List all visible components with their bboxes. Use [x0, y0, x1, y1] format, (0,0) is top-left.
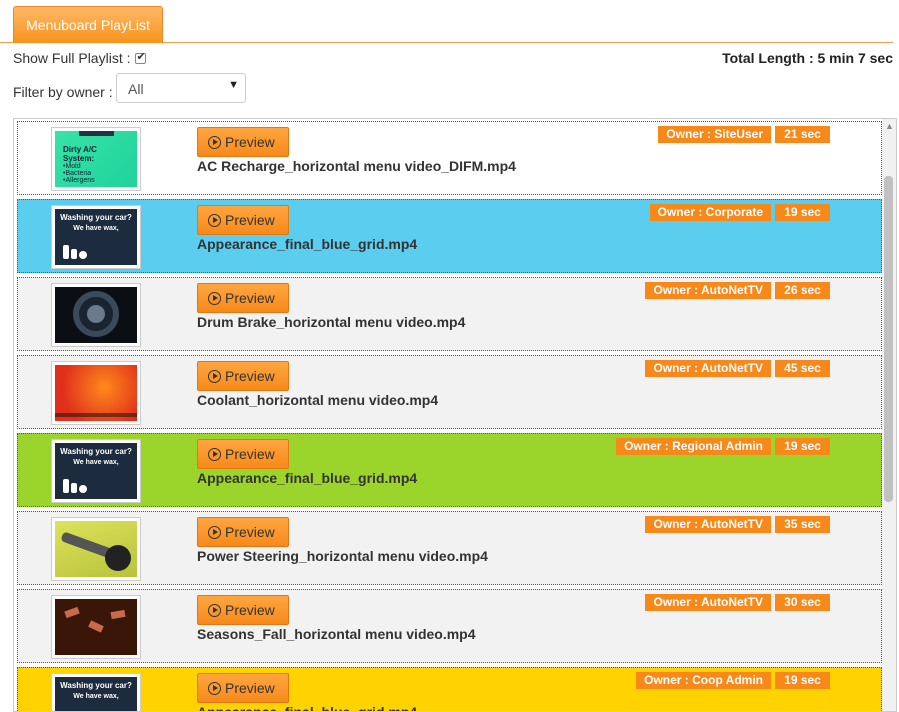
playlist-item: Washing your car? We have wax, Preview Appe…	[17, 433, 882, 507]
file-name: Coolant_horizontal menu video.mp4	[197, 392, 439, 408]
play-icon	[208, 291, 221, 305]
thumb-line: •Allergens	[63, 177, 95, 184]
duration-badge: 19 sec	[775, 672, 830, 689]
preview-button[interactable]: Preview	[197, 517, 289, 547]
badges: Owner : AutoNetTV 30 sec	[645, 594, 830, 611]
preview-label: Preview	[225, 212, 275, 228]
show-full-playlist: Show Full Playlist :	[13, 50, 147, 66]
owner-badge: Owner : AutoNetTV	[645, 360, 771, 377]
play-icon	[208, 135, 221, 149]
badges: Owner : AutoNetTV 35 sec	[645, 516, 830, 533]
preview-button[interactable]: Preview	[197, 673, 289, 703]
scroll-up-icon[interactable]: ▲	[885, 121, 894, 131]
preview-button[interactable]: Preview	[197, 127, 289, 157]
owner-filter-select[interactable]: All ▼	[116, 73, 246, 103]
video-thumbnail[interactable]	[51, 361, 141, 425]
total-length: Total Length : 5 min 7 sec	[722, 50, 893, 66]
duration-badge: 19 sec	[775, 204, 830, 221]
owner-badge: Owner : SiteUser	[658, 126, 771, 143]
thumb-title: Dirty A/C System:	[63, 145, 97, 163]
video-thumbnail[interactable]: Washing your car? We have wax,	[51, 673, 141, 711]
preview-label: Preview	[225, 368, 275, 384]
video-thumbnail[interactable]	[51, 517, 141, 581]
tab-bar: Menuboard PlayList	[0, 0, 893, 43]
owner-badge: Owner : AutoNetTV	[645, 594, 771, 611]
thumb-line: We have wax,	[73, 225, 119, 232]
duration-badge: 45 sec	[775, 360, 830, 377]
file-name: Appearance_final_blue_grid.mp4	[197, 470, 418, 486]
badges: Owner : AutoNetTV 45 sec	[645, 360, 830, 377]
playlist-item: Preview Seasons_Fall_horizontal menu vide…	[17, 589, 882, 663]
thumb-line: We have wax,	[73, 459, 119, 466]
duration-badge: 21 sec	[775, 126, 830, 143]
badges: Owner : Corporate 19 sec	[649, 204, 830, 221]
badges: Owner : AutoNetTV 26 sec	[645, 282, 830, 299]
file-name: Power Steering_horizontal menu video.mp4	[197, 548, 488, 564]
preview-label: Preview	[225, 602, 275, 618]
duration-badge: 35 sec	[775, 516, 830, 533]
video-thumbnail[interactable]: Washing your car? We have wax,	[51, 439, 141, 503]
scrollbar-thumb[interactable]	[884, 176, 893, 502]
playlist: Washing your car? We have wax, Preview Appe…	[13, 118, 897, 712]
preview-button[interactable]: Preview	[197, 283, 289, 313]
owner-badge: Owner : AutoNetTV	[645, 516, 771, 533]
thumb-title: Washing your car?	[60, 447, 132, 456]
play-icon	[208, 369, 221, 383]
play-icon	[208, 447, 221, 461]
badges: Owner : SiteUser 21 sec	[658, 126, 830, 143]
preview-label: Preview	[225, 446, 275, 462]
play-icon	[208, 603, 221, 617]
file-name: Drum Brake_horizontal menu video.mp4	[197, 314, 466, 330]
chevron-down-icon: ▼	[228, 79, 239, 91]
thumb-line: We have wax,	[73, 693, 119, 700]
preview-button[interactable]: Preview	[197, 595, 289, 625]
video-thumbnail[interactable]: Dirty A/C System: •Mold •Bacteria •Allergen…	[51, 127, 141, 191]
badges: Owner : Regional Admin 19 sec	[616, 438, 830, 455]
owner-badge: Owner : AutoNetTV	[645, 282, 771, 299]
playlist-item: Preview Drum Brake_horizontal menu video.…	[17, 277, 882, 351]
owner-badge: Owner : Corporate	[649, 204, 771, 221]
preview-label: Preview	[225, 134, 275, 150]
video-thumbnail[interactable]	[51, 595, 141, 659]
play-icon	[208, 213, 221, 227]
preview-label: Preview	[225, 680, 275, 696]
show-full-label: Show Full Playlist :	[13, 50, 131, 66]
file-name: Seasons_Fall_horizontal menu video.mp4	[197, 626, 476, 642]
video-thumbnail[interactable]	[51, 283, 141, 347]
tab-menuboard-playlist[interactable]: Menuboard PlayList	[13, 6, 163, 43]
thumb-line: •Bacteria	[63, 170, 92, 177]
owner-badge: Owner : Coop Admin	[636, 672, 771, 689]
playlist-item: Preview Power Steering_horizontal menu vi…	[17, 511, 882, 585]
owner-badge: Owner : Regional Admin	[616, 438, 771, 455]
filter-label: Filter by owner :	[13, 84, 113, 100]
badges: Owner : Coop Admin 19 sec	[636, 672, 830, 689]
preview-button[interactable]: Preview	[197, 205, 289, 235]
playlist-item: Washing your car? We have wax, Preview Appe…	[17, 667, 882, 712]
playlist-item: Dirty A/C System: •Mold •Bacteria •Allergen…	[17, 121, 882, 195]
duration-badge: 30 sec	[775, 594, 830, 611]
show-full-checkbox[interactable]	[135, 50, 147, 64]
scrollbar[interactable]: ▲	[882, 119, 896, 711]
play-icon	[208, 525, 221, 539]
thumb-title: Washing your car?	[60, 681, 132, 690]
playlist-item: Preview Coolant_horizontal menu video.mp4…	[17, 355, 882, 429]
preview-button[interactable]: Preview	[197, 439, 289, 469]
video-thumbnail[interactable]: Washing your car? We have wax,	[51, 205, 141, 269]
file-name: AC Recharge_horizontal menu video_DIFM.m…	[197, 158, 516, 174]
preview-label: Preview	[225, 524, 275, 540]
thumb-line: •Mold	[63, 163, 81, 170]
preview-label: Preview	[225, 290, 275, 306]
thumb-title: Washing your car?	[60, 213, 132, 222]
file-name: Appearance_final_blue_grid.mp4	[197, 236, 418, 252]
preview-button[interactable]: Preview	[197, 361, 289, 391]
owner-filter-value: All	[128, 81, 144, 97]
duration-badge: 26 sec	[775, 282, 830, 299]
playlist-item: Washing your car? We have wax, Preview Appe…	[17, 199, 882, 273]
duration-badge: 19 sec	[775, 438, 830, 455]
file-name: Appearance_final_blue_grid.mp4	[197, 704, 418, 712]
play-icon	[208, 681, 221, 695]
